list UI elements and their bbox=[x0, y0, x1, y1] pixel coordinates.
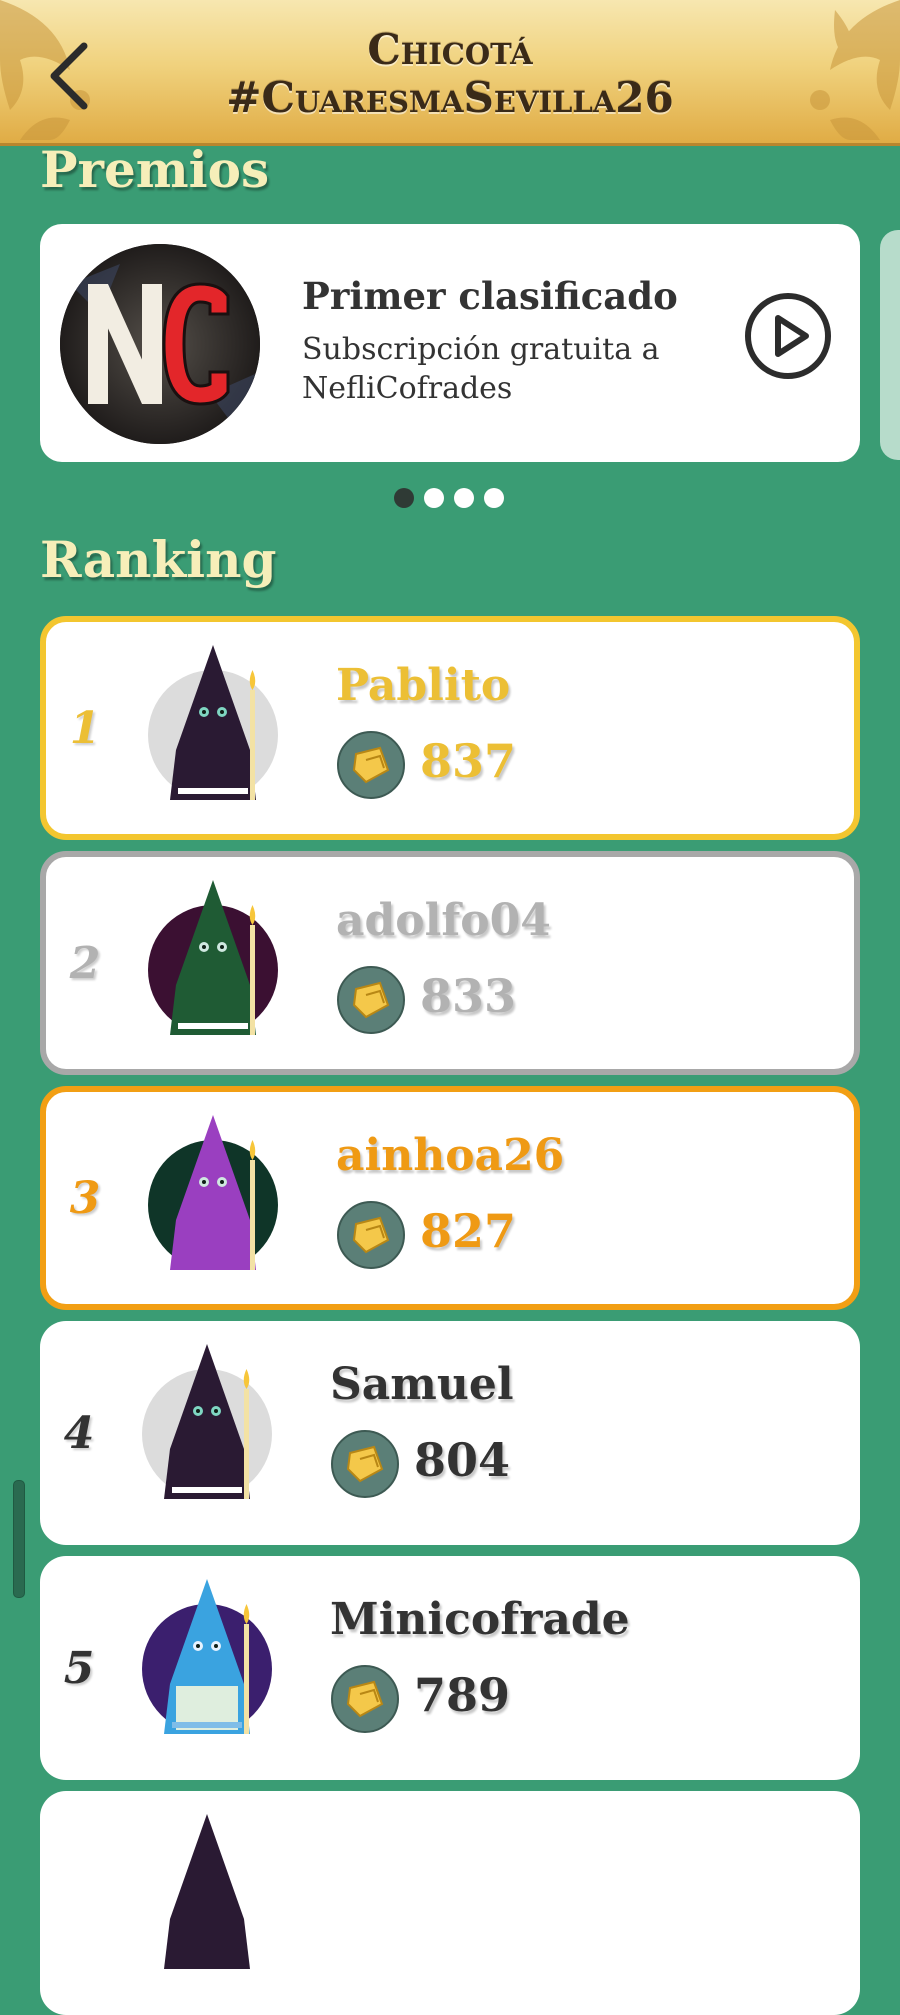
nazareno-avatar-icon bbox=[148, 645, 278, 800]
back-button[interactable] bbox=[38, 36, 98, 116]
nazareno-avatar-icon bbox=[142, 1344, 272, 1499]
player-name: Pablito bbox=[336, 660, 511, 711]
prize-title: Primer clasificado bbox=[302, 274, 678, 318]
pagination-dot[interactable] bbox=[454, 488, 474, 508]
play-icon bbox=[745, 293, 831, 379]
player-name: Samuel bbox=[330, 1359, 514, 1410]
neflicofrades-logo bbox=[60, 244, 260, 444]
app-header: Chicotá #CuaresmaSevilla26 bbox=[0, 0, 900, 146]
page-title: Chicotá #CuaresmaSevilla26 bbox=[160, 26, 740, 122]
scrollbar-thumb[interactable] bbox=[13, 1480, 25, 1598]
nazareno-avatar-icon bbox=[148, 880, 278, 1035]
ranking-row[interactable]: 3 ainhoa26 827 bbox=[40, 1086, 860, 1310]
nazareno-avatar-icon bbox=[148, 1115, 278, 1270]
rank-position: 5 bbox=[63, 1642, 95, 1694]
ranking-row[interactable]: 1 Pablito 837 bbox=[40, 616, 860, 840]
player-score: 789 bbox=[414, 1668, 511, 1722]
next-prize-card-peek[interactable] bbox=[880, 230, 900, 460]
nazareno-avatar-icon bbox=[142, 1579, 272, 1734]
ranking-row[interactable]: 5 Minicofrade 789 bbox=[40, 1556, 860, 1780]
prize-pagination bbox=[394, 488, 504, 508]
player-name: adolfo04 bbox=[336, 895, 551, 946]
ornament-right-icon bbox=[810, 0, 900, 140]
prize-card[interactable]: Primer clasificado Subscripción gratuita… bbox=[40, 224, 860, 462]
nazareno-avatar-icon bbox=[164, 1814, 250, 1969]
ranking-row[interactable] bbox=[40, 1791, 860, 2015]
rank-position: 2 bbox=[69, 937, 101, 989]
player-score: 827 bbox=[420, 1204, 517, 1258]
candle-wax-icon bbox=[337, 966, 405, 1034]
ranking-row[interactable]: 2 adolfo04 833 bbox=[40, 851, 860, 1075]
prize-logo bbox=[60, 244, 260, 444]
play-button[interactable] bbox=[742, 290, 834, 382]
rank-position: 1 bbox=[69, 702, 101, 754]
candle-wax-icon bbox=[337, 1201, 405, 1269]
ranking-section-title: Ranking bbox=[40, 530, 277, 589]
candle-wax-icon bbox=[331, 1665, 399, 1733]
player-name: Minicofrade bbox=[330, 1594, 630, 1645]
prize-description: Subscripción gratuita a NefliCofrades bbox=[302, 332, 660, 406]
rank-position: 3 bbox=[69, 1172, 101, 1224]
player-score: 837 bbox=[420, 734, 517, 788]
candle-wax-icon bbox=[337, 731, 405, 799]
page-title-line-2: #CuaresmaSevilla26 bbox=[226, 73, 674, 122]
page-title-line-1: Chicotá bbox=[367, 25, 533, 74]
pagination-dot[interactable] bbox=[394, 488, 414, 508]
prizes-section-title: Premios bbox=[40, 140, 270, 199]
candle-wax-icon bbox=[331, 1430, 399, 1498]
chevron-left-icon bbox=[50, 42, 88, 110]
pagination-dot[interactable] bbox=[484, 488, 504, 508]
ranking-row[interactable]: 4 Samuel 804 bbox=[40, 1321, 860, 1545]
player-score: 833 bbox=[420, 969, 517, 1023]
player-name: ainhoa26 bbox=[336, 1130, 565, 1181]
rank-position: 4 bbox=[63, 1407, 95, 1459]
pagination-dot[interactable] bbox=[424, 488, 444, 508]
player-score: 804 bbox=[414, 1433, 511, 1487]
